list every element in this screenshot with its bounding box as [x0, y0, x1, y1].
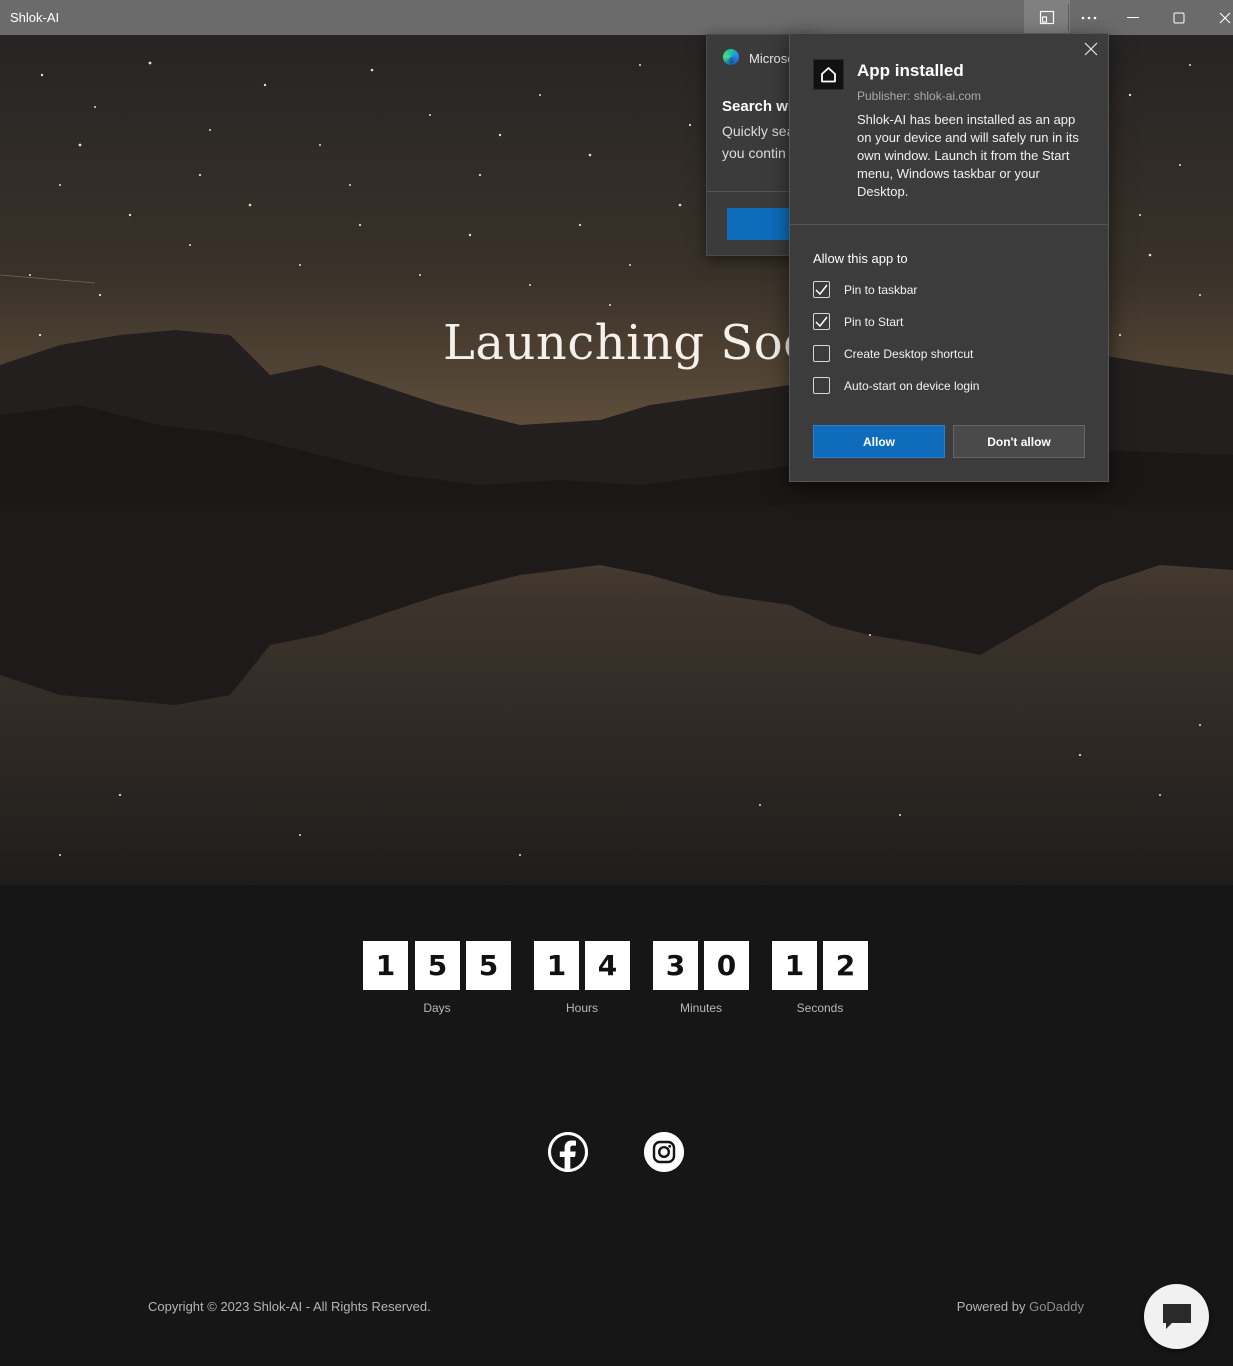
option-label: Pin to Start — [844, 314, 904, 329]
powered-by-prefix: Powered by — [956, 1299, 1026, 1314]
facebook-icon — [548, 1132, 588, 1172]
dialog-title: App installed — [857, 61, 964, 80]
option-label: Create Desktop shortcut — [844, 346, 974, 361]
edge-popup-text: Quickly sea — [722, 123, 795, 139]
option-pin-taskbar[interactable]: Pin to taskbar — [813, 281, 917, 298]
dont-allow-button[interactable]: Don't allow — [953, 425, 1085, 458]
more-options-icon[interactable] — [1066, 0, 1112, 35]
checkbox-unchecked[interactable] — [813, 345, 830, 362]
edge-logo-icon — [723, 49, 739, 65]
powered-by: Powered by GoDaddy — [957, 1299, 1084, 1314]
option-pin-start[interactable]: Pin to Start — [813, 313, 903, 330]
minutes-digit: 3 — [653, 941, 698, 990]
hours-digit: 4 — [585, 941, 630, 990]
checkbox-checked[interactable] — [813, 313, 830, 330]
app-installed-dialog: App installed Publisher: shlok-ai.com Sh… — [789, 33, 1109, 482]
checkbox-unchecked[interactable] — [813, 377, 830, 394]
window-title: Shlok-AI — [10, 10, 60, 25]
option-auto-start[interactable]: Auto-start on device login — [813, 377, 979, 394]
dialog-divider — [790, 224, 1108, 225]
minutes-label: Minutes — [679, 1001, 723, 1015]
edge-popup-heading: Search wi — [722, 98, 793, 115]
edge-brand-text: Microsc — [749, 51, 794, 66]
option-desktop-shortcut[interactable]: Create Desktop shortcut — [813, 345, 973, 362]
seconds-label: Seconds — [796, 1001, 844, 1015]
minimize-icon[interactable] — [1110, 0, 1156, 35]
seconds-digit: 2 — [823, 941, 868, 990]
copyright-text: Copyright © 2023 Shlok-AI - All Rights R… — [148, 1299, 431, 1314]
maximize-icon[interactable] — [1156, 0, 1202, 35]
hero-title: Launching Soon — [443, 315, 844, 371]
close-icon[interactable] — [1084, 42, 1098, 56]
instagram-link[interactable] — [644, 1132, 684, 1172]
dialog-description: Shlok-AI has been installed as an app on… — [857, 112, 1079, 199]
days-digit: 5 — [415, 941, 460, 990]
days-digit: 1 — [363, 941, 408, 990]
close-window-icon[interactable] — [1202, 0, 1233, 35]
edge-popup-text: you contin — [722, 145, 786, 161]
days-digit: 5 — [466, 941, 511, 990]
option-label: Pin to taskbar — [844, 282, 918, 297]
facebook-link[interactable] — [548, 1132, 588, 1172]
days-label: Days — [423, 1001, 451, 1015]
option-label: Auto-start on device login — [844, 378, 980, 393]
minutes-digit: 0 — [704, 941, 749, 990]
title-bar: Shlok-AI — [0, 0, 1233, 36]
hours-label: Hours — [565, 1001, 598, 1015]
checkbox-checked[interactable] — [813, 281, 830, 298]
godaddy-link[interactable]: GoDaddy — [1029, 1299, 1084, 1314]
chat-button[interactable] — [1144, 1284, 1209, 1349]
allow-button[interactable]: Allow — [813, 425, 945, 458]
publisher-text: Publisher: shlok-ai.com — [857, 89, 982, 103]
app-home-icon — [813, 59, 844, 90]
hours-digit: 1 — [534, 941, 579, 990]
chat-bubble-icon — [1162, 1303, 1191, 1329]
seconds-digit: 1 — [772, 941, 817, 990]
allow-heading: Allow this app to — [813, 251, 908, 266]
instagram-icon — [644, 1132, 684, 1172]
app-available-icon[interactable] — [1024, 0, 1070, 35]
